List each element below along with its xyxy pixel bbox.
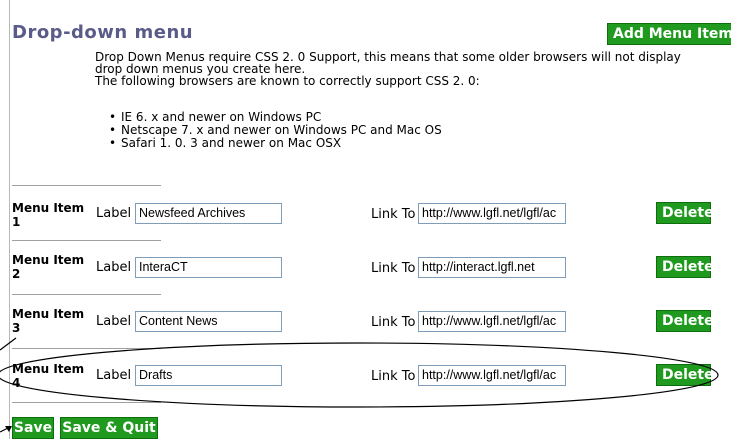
pointer-line-top bbox=[0, 337, 17, 351]
highlight-ellipse bbox=[0, 342, 719, 408]
annotation-overlay bbox=[0, 337, 719, 433]
